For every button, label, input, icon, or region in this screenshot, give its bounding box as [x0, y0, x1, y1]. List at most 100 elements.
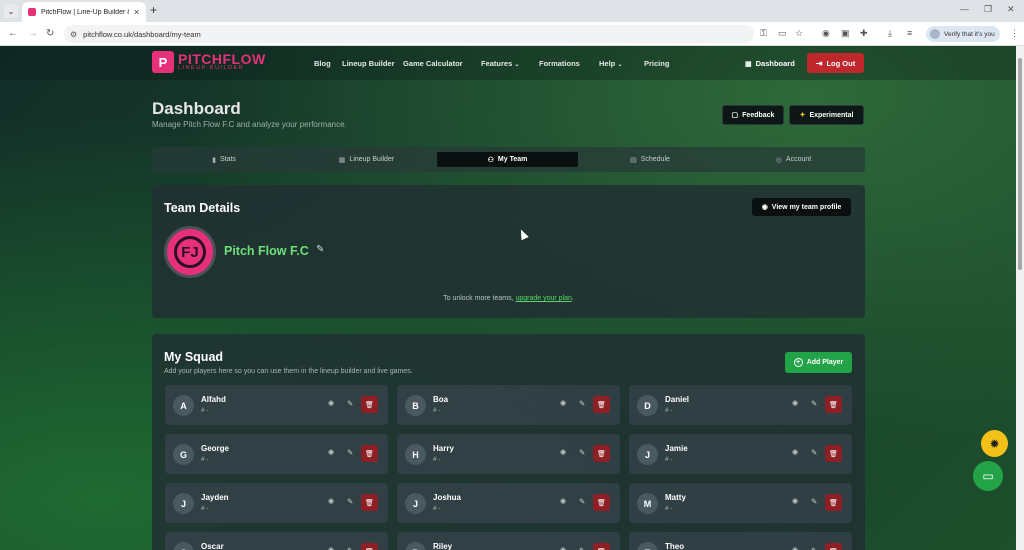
delete-player-button[interactable]: 🗑: [361, 543, 378, 550]
my-squad-heading: My Squad: [164, 350, 224, 364]
delete-player-button[interactable]: 🗑: [593, 543, 610, 550]
close-tab-icon[interactable]: ✕: [133, 8, 140, 17]
edit-player-pencil-icon[interactable]: ✎: [579, 399, 585, 408]
player-card[interactable]: T Theo ◉ ✎ 🗑: [629, 532, 852, 550]
edit-player-pencil-icon[interactable]: ✎: [579, 497, 585, 506]
profile-verify-chip[interactable]: Verify that it's you: [926, 26, 1000, 42]
add-player-button[interactable]: + Add Player: [785, 352, 852, 373]
tab-schedule-label: Schedule: [640, 156, 670, 163]
edit-player-pencil-icon[interactable]: ✎: [579, 546, 585, 550]
tab-my-team[interactable]: ⚇ My Team: [437, 152, 578, 167]
delete-player-button[interactable]: 🗑: [825, 445, 842, 462]
forward-icon[interactable]: →: [28, 28, 38, 39]
view-player-eye-icon[interactable]: ◉: [328, 546, 334, 550]
delete-player-button[interactable]: 🗑: [825, 396, 842, 413]
browser-tab[interactable]: PitchFlow | Line-Up Builder & T ✕: [22, 2, 146, 22]
tab-account[interactable]: ◎ Account: [722, 152, 865, 167]
view-player-eye-icon[interactable]: ◉: [560, 399, 566, 407]
puzzle-icon[interactable]: ✚: [860, 28, 868, 39]
back-icon[interactable]: ←: [8, 28, 18, 39]
cast-icon[interactable]: ▭: [778, 28, 787, 39]
page-scrollbar[interactable]: [1016, 46, 1024, 550]
player-card[interactable]: M Matty # - ◉ ✎ 🗑: [629, 483, 852, 523]
reload-icon[interactable]: ↻: [46, 28, 54, 39]
view-player-eye-icon[interactable]: ◉: [560, 448, 566, 456]
player-card[interactable]: J Jamie # - ◉ ✎ 🗑: [629, 434, 852, 474]
player-card[interactable]: O Oscar ◉ ✎ 🗑: [165, 532, 388, 550]
extension-box-icon[interactable]: ▣: [841, 28, 850, 39]
delete-player-button[interactable]: 🗑: [825, 494, 842, 511]
close-window-icon[interactable]: ✕: [1007, 4, 1015, 15]
player-card[interactable]: A Alfahd # - ◉ ✎ 🗑: [165, 385, 388, 425]
edit-player-pencil-icon[interactable]: ✎: [811, 399, 817, 408]
experimental-button[interactable]: ✦ Experimental: [789, 105, 864, 125]
delete-player-button[interactable]: 🗑: [361, 396, 378, 413]
star-icon[interactable]: ☆: [795, 28, 803, 39]
tab-lineup-builder[interactable]: ▦ Lineup Builder: [296, 152, 437, 167]
nav-pricing[interactable]: Pricing: [644, 59, 669, 68]
chat-button[interactable]: ▭: [973, 461, 1003, 491]
view-player-eye-icon[interactable]: ◉: [560, 497, 566, 505]
player-card[interactable]: G George # - ◉ ✎ 🗑: [165, 434, 388, 474]
omnibox[interactable]: ⚙ pitchflow.co.uk/dashboard/my-team: [64, 25, 754, 43]
key-icon[interactable]: ⚿: [760, 28, 767, 39]
tab-search-chevron-icon[interactable]: ⌄: [4, 4, 18, 18]
bug-report-button[interactable]: ✹: [981, 430, 1008, 457]
nav-features[interactable]: Features ⌄: [481, 59, 519, 68]
tab-stats[interactable]: ▮ Stats: [152, 152, 296, 167]
edit-player-pencil-icon[interactable]: ✎: [347, 546, 353, 550]
site-info-icon[interactable]: ⚙: [70, 30, 77, 39]
delete-player-button[interactable]: 🗑: [593, 445, 610, 462]
pitchflow-logo[interactable]: P PITCHFLOW LINEUP BUILDER: [152, 51, 266, 73]
view-player-eye-icon[interactable]: ◉: [328, 448, 334, 456]
scrollbar-thumb[interactable]: [1018, 58, 1022, 270]
trash-icon: 🗑: [365, 499, 374, 507]
nav-formations[interactable]: Formations: [539, 59, 580, 68]
reading-list-icon[interactable]: ≡: [907, 28, 912, 38]
player-card[interactable]: B Boa # - ◉ ✎ 🗑: [397, 385, 620, 425]
header-dashboard-link[interactable]: ▦ Dashboard: [745, 59, 795, 68]
upgrade-plan-link[interactable]: upgrade your plan: [515, 295, 571, 302]
tab-schedule[interactable]: ▤ Schedule: [578, 152, 722, 167]
view-team-profile-button[interactable]: ◉ View my team profile: [752, 198, 851, 216]
edit-player-pencil-icon[interactable]: ✎: [347, 497, 353, 506]
nav-lineup-builder[interactable]: Lineup Builder: [342, 59, 395, 68]
edit-team-name-icon[interactable]: ✎: [316, 244, 324, 255]
nav-blog[interactable]: Blog: [314, 59, 331, 68]
minimize-icon[interactable]: —: [960, 4, 969, 14]
nav-help[interactable]: Help ⌄: [599, 59, 622, 68]
view-player-eye-icon[interactable]: ◉: [792, 448, 798, 456]
player-name: Daniel: [665, 395, 690, 404]
nav-game-calculator[interactable]: Game Calculator: [403, 59, 463, 68]
restore-icon[interactable]: ❐: [984, 4, 992, 15]
delete-player-button[interactable]: 🗑: [593, 494, 610, 511]
delete-player-button[interactable]: 🗑: [361, 494, 378, 511]
edit-player-pencil-icon[interactable]: ✎: [347, 399, 353, 408]
player-card[interactable]: H Harry # - ◉ ✎ 🗑: [397, 434, 620, 474]
player-card[interactable]: J Joshua # - ◉ ✎ 🗑: [397, 483, 620, 523]
player-card[interactable]: D Daniel # - ◉ ✎ 🗑: [629, 385, 852, 425]
view-player-eye-icon[interactable]: ◉: [560, 546, 566, 550]
page-subtitle: Manage Pitch Flow F.C and analyze your p…: [152, 120, 347, 129]
delete-player-button[interactable]: 🗑: [825, 543, 842, 550]
delete-player-button[interactable]: 🗑: [593, 396, 610, 413]
edit-player-pencil-icon[interactable]: ✎: [811, 497, 817, 506]
extension-circle-icon[interactable]: ◉: [822, 28, 830, 39]
view-player-eye-icon[interactable]: ◉: [792, 497, 798, 505]
new-tab-icon[interactable]: +: [150, 3, 157, 17]
edit-player-pencil-icon[interactable]: ✎: [811, 448, 817, 457]
view-player-eye-icon[interactable]: ◉: [328, 399, 334, 407]
download-icon[interactable]: ⤓: [888, 28, 892, 39]
player-card[interactable]: R Riley ◉ ✎ 🗑: [397, 532, 620, 550]
view-player-eye-icon[interactable]: ◉: [792, 399, 798, 407]
logout-button[interactable]: ⇥ Log Out: [807, 53, 864, 73]
delete-player-button[interactable]: 🗑: [361, 445, 378, 462]
view-player-eye-icon[interactable]: ◉: [792, 546, 798, 550]
browser-menu-icon[interactable]: ⋮: [1010, 28, 1019, 39]
feedback-button[interactable]: ▢ Feedback: [722, 105, 784, 125]
view-player-eye-icon[interactable]: ◉: [328, 497, 334, 505]
edit-player-pencil-icon[interactable]: ✎: [579, 448, 585, 457]
player-card[interactable]: J Jayden # - ◉ ✎ 🗑: [165, 483, 388, 523]
edit-player-pencil-icon[interactable]: ✎: [811, 546, 817, 550]
edit-player-pencil-icon[interactable]: ✎: [347, 448, 353, 457]
